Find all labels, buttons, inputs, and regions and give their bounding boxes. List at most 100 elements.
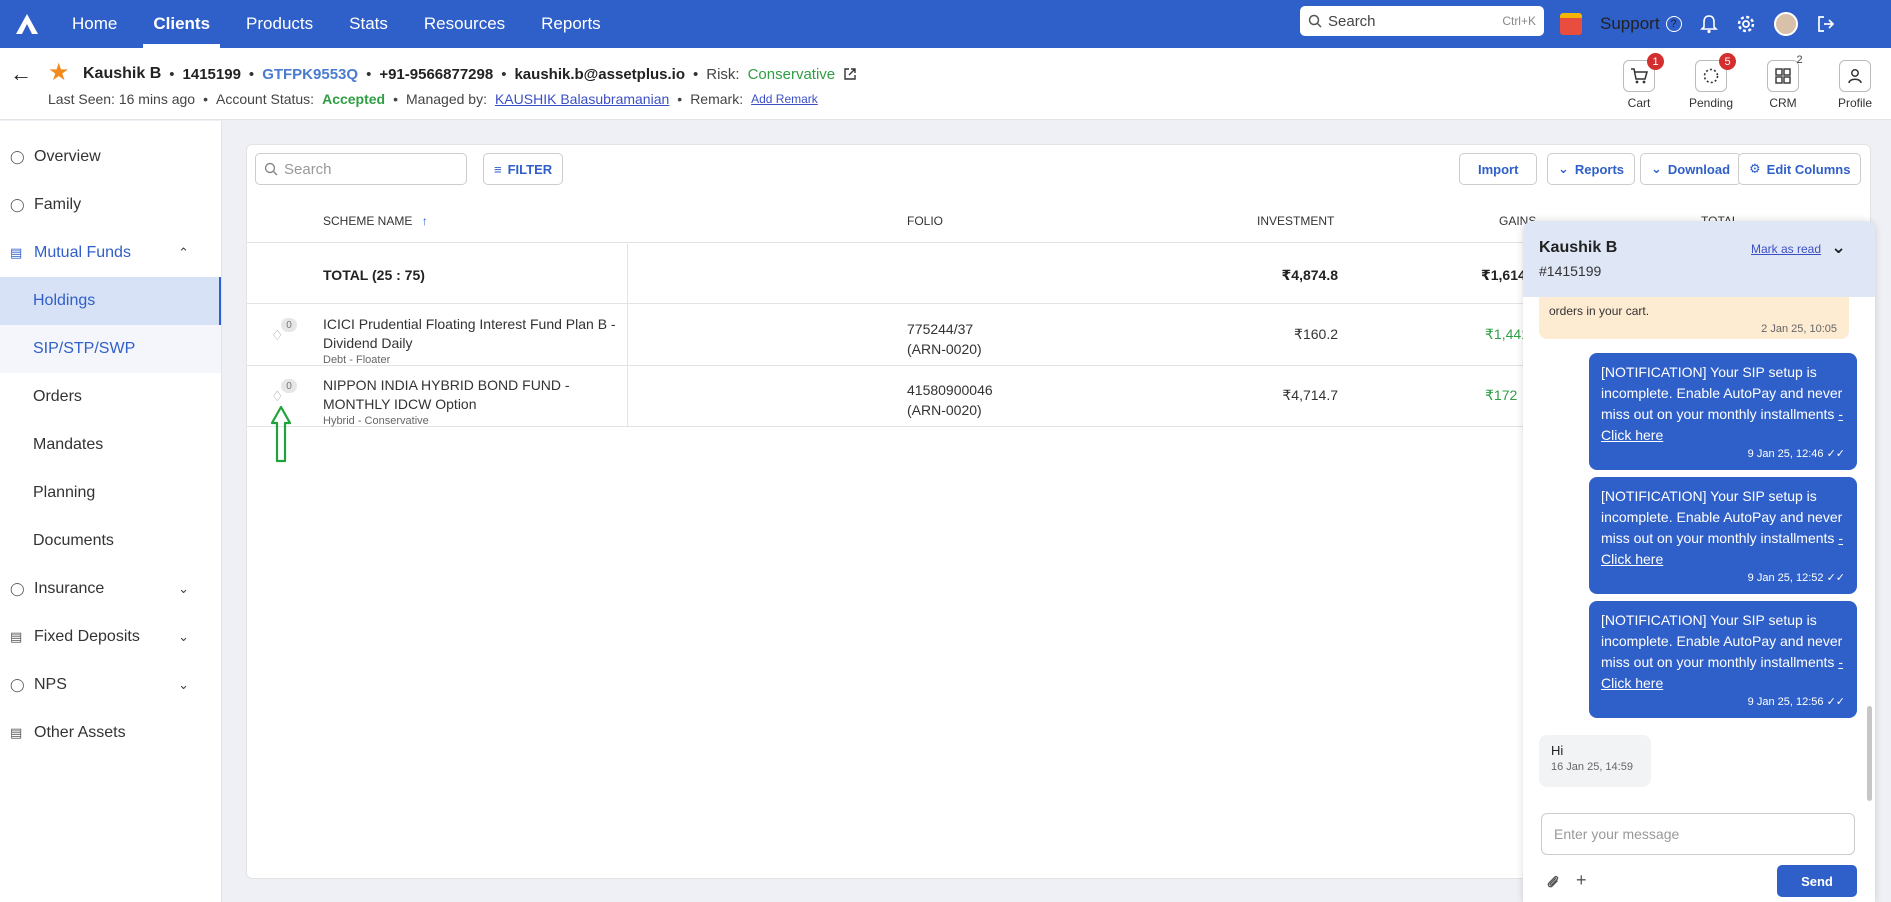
col-folio[interactable]: FOLIO: [907, 214, 943, 228]
nav-clients[interactable]: Clients: [135, 0, 228, 48]
avatar[interactable]: [1773, 12, 1798, 36]
holdings-search-input[interactable]: Search: [255, 153, 467, 185]
gear-icon[interactable]: [1736, 14, 1756, 34]
sidebar-item-mandates[interactable]: Mandates: [0, 421, 221, 469]
sidebar-item-family[interactable]: ◯ Family: [0, 181, 221, 229]
scheme-category: Debt - Floater: [323, 354, 391, 366]
cart-icon: [1631, 68, 1648, 84]
add-remark-link[interactable]: Add Remark: [751, 92, 818, 106]
edit-columns-button[interactable]: ⚙ Edit Columns: [1738, 153, 1862, 185]
chevron-up-icon: ⌃: [178, 245, 189, 260]
sidebar-item-nps[interactable]: ◯ NPS ⌄: [0, 661, 221, 709]
sidebar-item-label: Insurance: [34, 580, 105, 597]
star-icon[interactable]: ★: [48, 58, 70, 87]
family-icon: ◯: [10, 197, 25, 212]
nav-home[interactable]: Home: [54, 0, 135, 48]
pending-button[interactable]: 5 Pending: [1675, 53, 1747, 110]
message-time: 16 Jan 25, 14:59: [1551, 761, 1633, 773]
global-search-input[interactable]: Search Ctrl+K: [1300, 6, 1544, 36]
client-info-line: Kaushik B • 1415199 • GTFPK9553Q • +91-9…: [83, 65, 857, 83]
back-arrow-icon[interactable]: ←: [10, 61, 32, 87]
risk-value: Conservative: [747, 65, 836, 83]
sidebar-item-sip[interactable]: SIP/STP/SWP: [0, 325, 221, 373]
sidebar-item-overview[interactable]: ◯ Overview: [0, 133, 221, 181]
sidebar-item-label: Mandates: [33, 436, 104, 453]
alert-count: 0: [281, 379, 297, 393]
col-investment[interactable]: INVESTMENT: [1257, 214, 1334, 228]
pending-badge: 5: [1719, 53, 1736, 70]
filter-button[interactable]: ≡ FILTER: [483, 153, 564, 185]
chevron-down-icon: ⌄: [178, 677, 189, 692]
total-label: TOTAL (25 : 75): [323, 267, 425, 283]
account-status: Accepted: [322, 91, 386, 107]
alert-count: 0: [281, 318, 297, 332]
sidebar-item-other-assets[interactable]: ▤ Other Assets: [0, 709, 221, 757]
last-seen: Last Seen: 16 mins ago: [48, 91, 196, 107]
nav-products[interactable]: Products: [228, 0, 331, 48]
user-icon: ◯: [10, 149, 25, 164]
sidebar-item-planning[interactable]: Planning: [0, 469, 221, 517]
crm-button[interactable]: 2 CRM: [1747, 54, 1819, 110]
send-button[interactable]: Send: [1777, 865, 1857, 897]
nav-reports[interactable]: Reports: [523, 0, 619, 48]
chevron-down-icon: ⌄: [178, 581, 189, 596]
message-outgoing: [NOTIFICATION] Your SIP setup is incompl…: [1589, 477, 1857, 594]
mark-as-read-link[interactable]: Mark as read: [1751, 242, 1821, 256]
sidebar-item-orders[interactable]: Orders: [0, 373, 221, 421]
paperclip-icon[interactable]: [1545, 873, 1561, 889]
deposit-icon: ▤: [10, 629, 23, 644]
edit-columns-label: Edit Columns: [1766, 161, 1851, 177]
cart-label: Cart: [1627, 96, 1651, 110]
sidebar-item-insurance[interactable]: ◯ Insurance ⌄: [0, 565, 221, 613]
sidebar-item-label: SIP/STP/SWP: [33, 340, 136, 357]
col-scheme-name[interactable]: SCHEME NAME ↑: [323, 214, 428, 228]
holdings-toolbar: Search ≡ FILTER Import ⌄ Reports ⌄ Downl…: [255, 153, 1862, 185]
sidebar-item-holdings[interactable]: Holdings: [0, 277, 221, 325]
double-check-icon: ✓✓: [1826, 448, 1845, 460]
bank-icon: ▤: [10, 245, 23, 260]
nav-stats[interactable]: Stats: [331, 0, 406, 48]
sidebar-item-fixed-deposits[interactable]: ▤ Fixed Deposits ⌄: [0, 613, 221, 661]
bell-icon[interactable]: [1699, 14, 1718, 34]
external-link-icon[interactable]: [843, 67, 857, 81]
client-email: kaushik.b@assetplus.io: [514, 65, 685, 83]
bell-icon[interactable]: ♢ 0: [271, 318, 297, 344]
scheme-name[interactable]: ICICI Prudential Floating Interest Fund …: [323, 315, 623, 353]
chat-scrollbar[interactable]: [1867, 706, 1872, 801]
account-status-label: Account Status:: [216, 91, 315, 107]
pending-icon: [1703, 68, 1719, 84]
support-button[interactable]: Support ?: [1600, 14, 1682, 34]
chevron-down-icon[interactable]: ⌄: [1831, 237, 1846, 258]
client-phone: +91-9566877298: [379, 65, 494, 83]
client-pan[interactable]: GTFPK9553Q: [262, 66, 358, 83]
download-label: Download: [1667, 161, 1731, 177]
chat-header: Kaushik B #1415199 Mark as read ⌄: [1523, 221, 1875, 297]
scheme-name[interactable]: NIPPON INDIA HYBRID BOND FUND - MONTHLY …: [323, 376, 623, 414]
logout-icon[interactable]: [1816, 14, 1836, 34]
help-icon: ?: [1665, 16, 1682, 32]
reports-button[interactable]: ⌄ Reports: [1547, 153, 1636, 185]
nav-resources[interactable]: Resources: [406, 0, 523, 48]
logo-icon[interactable]: [0, 0, 54, 48]
plus-icon[interactable]: +: [1576, 870, 1587, 891]
sidebar-item-mutual-funds[interactable]: ▤ Mutual Funds ⌃: [0, 229, 221, 277]
chat-message-input[interactable]: Enter your message: [1541, 813, 1855, 855]
message-text: orders in your cart.: [1549, 304, 1650, 318]
download-button[interactable]: ⌄ Download: [1640, 153, 1742, 185]
shield-icon: ◯: [10, 581, 25, 596]
reports-label: Reports: [1574, 161, 1625, 177]
profile-button[interactable]: Profile: [1819, 60, 1891, 110]
crm-label: CRM: [1769, 96, 1797, 110]
import-button[interactable]: Import: [1459, 153, 1538, 185]
managed-by-link[interactable]: KAUSHIK Balasubramanian: [495, 91, 669, 107]
sidebar-item-documents[interactable]: Documents: [0, 517, 221, 565]
client-id: 1415199: [182, 65, 241, 83]
bell-icon[interactable]: ♢ 0: [271, 379, 297, 405]
gift-icon[interactable]: [1560, 13, 1582, 35]
sidebar-item-label: Orders: [33, 388, 82, 405]
chevron-down-icon: ⌄: [1651, 161, 1662, 176]
cart-button[interactable]: 1 Cart: [1603, 53, 1675, 110]
sidebar-item-label: Planning: [33, 484, 96, 501]
folio-arn: (ARN-0020): [907, 402, 982, 418]
message-text: [NOTIFICATION] Your SIP setup is incompl…: [1601, 488, 1843, 546]
